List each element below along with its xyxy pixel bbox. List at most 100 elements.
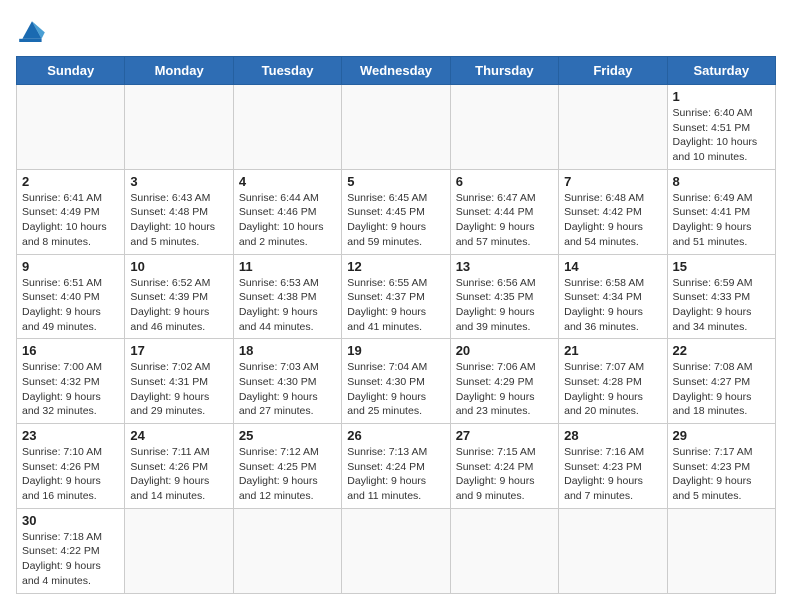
calendar-week-row: 16 Sunrise: 7:00 AMSunset: 4:32 PMDayligh… — [17, 339, 776, 424]
calendar-day-cell — [125, 85, 233, 170]
day-info: Sunrise: 6:44 AMSunset: 4:46 PMDaylight:… — [239, 191, 336, 250]
calendar-day-cell: 15 Sunrise: 6:59 AMSunset: 4:33 PMDayligh… — [667, 254, 775, 339]
day-number: 6 — [456, 174, 553, 189]
day-number: 12 — [347, 259, 444, 274]
calendar-day-cell — [667, 508, 775, 593]
weekday-header-monday: Monday — [125, 57, 233, 85]
calendar-day-cell — [559, 85, 667, 170]
day-number: 29 — [673, 428, 770, 443]
day-info: Sunrise: 6:55 AMSunset: 4:37 PMDaylight:… — [347, 276, 444, 335]
day-number: 18 — [239, 343, 336, 358]
day-number: 27 — [456, 428, 553, 443]
calendar-day-cell — [450, 85, 558, 170]
day-info: Sunrise: 6:45 AMSunset: 4:45 PMDaylight:… — [347, 191, 444, 250]
calendar-day-cell: 7Sunrise: 6:48 AMSunset: 4:42 PMDaylight… — [559, 169, 667, 254]
weekday-header-tuesday: Tuesday — [233, 57, 341, 85]
calendar-day-cell: 6 Sunrise: 6:47 AMSunset: 4:44 PMDaylight… — [450, 169, 558, 254]
day-info: Sunrise: 7:16 AMSunset: 4:23 PMDaylight:… — [564, 445, 661, 504]
day-number: 9 — [22, 259, 119, 274]
calendar-day-cell — [450, 508, 558, 593]
weekday-header-friday: Friday — [559, 57, 667, 85]
calendar-day-cell: 23 Sunrise: 7:10 AMSunset: 4:26 PMDayligh… — [17, 424, 125, 509]
calendar-week-row: 23 Sunrise: 7:10 AMSunset: 4:26 PMDayligh… — [17, 424, 776, 509]
day-number: 14 — [564, 259, 661, 274]
weekday-header-wednesday: Wednesday — [342, 57, 450, 85]
day-info: Sunrise: 7:03 AMSunset: 4:30 PMDaylight:… — [239, 360, 336, 419]
calendar-day-cell: 11 Sunrise: 6:53 AMSunset: 4:38 PMDayligh… — [233, 254, 341, 339]
calendar-day-cell: 5 Sunrise: 6:45 AMSunset: 4:45 PMDaylight… — [342, 169, 450, 254]
day-number: 2 — [22, 174, 119, 189]
calendar-day-cell: 30 Sunrise: 7:18 AMSunset: 4:22 PMDayligh… — [17, 508, 125, 593]
calendar-day-cell: 22Sunrise: 7:08 AMSunset: 4:27 PMDayligh… — [667, 339, 775, 424]
day-info: Sunrise: 7:07 AMSunset: 4:28 PMDaylight:… — [564, 360, 661, 419]
logo — [16, 16, 52, 44]
day-info: Sunrise: 6:56 AMSunset: 4:35 PMDaylight:… — [456, 276, 553, 335]
day-info: Sunrise: 6:53 AMSunset: 4:38 PMDaylight:… — [239, 276, 336, 335]
day-number: 8 — [673, 174, 770, 189]
calendar-week-row: 30 Sunrise: 7:18 AMSunset: 4:22 PMDayligh… — [17, 508, 776, 593]
calendar-day-cell: 1 Sunrise: 6:40 AMSunset: 4:51 PMDaylight… — [667, 85, 775, 170]
logo-icon — [16, 16, 48, 44]
day-info: Sunrise: 7:17 AMSunset: 4:23 PMDaylight:… — [673, 445, 770, 504]
calendar-day-cell: 8 Sunrise: 6:49 AMSunset: 4:41 PMDaylight… — [667, 169, 775, 254]
calendar-day-cell: 27 Sunrise: 7:15 AMSunset: 4:24 PMDayligh… — [450, 424, 558, 509]
calendar-day-cell: 18 Sunrise: 7:03 AMSunset: 4:30 PMDayligh… — [233, 339, 341, 424]
weekday-header-sunday: Sunday — [17, 57, 125, 85]
day-number: 13 — [456, 259, 553, 274]
day-info: Sunrise: 7:18 AMSunset: 4:22 PMDaylight:… — [22, 530, 119, 589]
calendar-day-cell: 10Sunrise: 6:52 AMSunset: 4:39 PMDayligh… — [125, 254, 233, 339]
day-info: Sunrise: 6:48 AMSunset: 4:42 PMDaylight:… — [564, 191, 661, 250]
calendar-day-cell: 20Sunrise: 7:06 AMSunset: 4:29 PMDayligh… — [450, 339, 558, 424]
day-number: 28 — [564, 428, 661, 443]
calendar-day-cell: 12 Sunrise: 6:55 AMSunset: 4:37 PMDayligh… — [342, 254, 450, 339]
weekday-header-saturday: Saturday — [667, 57, 775, 85]
day-info: Sunrise: 6:49 AMSunset: 4:41 PMDaylight:… — [673, 191, 770, 250]
day-number: 16 — [22, 343, 119, 358]
calendar-day-cell: 21Sunrise: 7:07 AMSunset: 4:28 PMDayligh… — [559, 339, 667, 424]
day-number: 26 — [347, 428, 444, 443]
day-info: Sunrise: 6:40 AMSunset: 4:51 PMDaylight:… — [673, 106, 770, 165]
calendar-day-cell: 29 Sunrise: 7:17 AMSunset: 4:23 PMDayligh… — [667, 424, 775, 509]
calendar-day-cell: 2 Sunrise: 6:41 AMSunset: 4:49 PMDaylight… — [17, 169, 125, 254]
day-number: 1 — [673, 89, 770, 104]
calendar-day-cell — [559, 508, 667, 593]
day-number: 23 — [22, 428, 119, 443]
calendar-day-cell: 26 Sunrise: 7:13 AMSunset: 4:24 PMDayligh… — [342, 424, 450, 509]
day-number: 3 — [130, 174, 227, 189]
calendar-day-cell: 19Sunrise: 7:04 AMSunset: 4:30 PMDayligh… — [342, 339, 450, 424]
calendar-day-cell: 17 Sunrise: 7:02 AMSunset: 4:31 PMDayligh… — [125, 339, 233, 424]
day-number: 15 — [673, 259, 770, 274]
day-info: Sunrise: 7:10 AMSunset: 4:26 PMDaylight:… — [22, 445, 119, 504]
day-number: 11 — [239, 259, 336, 274]
day-number: 4 — [239, 174, 336, 189]
day-info: Sunrise: 7:15 AMSunset: 4:24 PMDaylight:… — [456, 445, 553, 504]
calendar-day-cell: 14Sunrise: 6:58 AMSunset: 4:34 PMDayligh… — [559, 254, 667, 339]
day-info: Sunrise: 7:11 AMSunset: 4:26 PMDaylight:… — [130, 445, 227, 504]
calendar-day-cell: 4 Sunrise: 6:44 AMSunset: 4:46 PMDaylight… — [233, 169, 341, 254]
day-info: Sunrise: 7:08 AMSunset: 4:27 PMDaylight:… — [673, 360, 770, 419]
day-number: 17 — [130, 343, 227, 358]
day-info: Sunrise: 7:06 AMSunset: 4:29 PMDaylight:… — [456, 360, 553, 419]
day-number: 25 — [239, 428, 336, 443]
day-info: Sunrise: 6:41 AMSunset: 4:49 PMDaylight:… — [22, 191, 119, 250]
day-number: 30 — [22, 513, 119, 528]
day-info: Sunrise: 7:00 AMSunset: 4:32 PMDaylight:… — [22, 360, 119, 419]
day-info: Sunrise: 7:13 AMSunset: 4:24 PMDaylight:… — [347, 445, 444, 504]
day-number: 19 — [347, 343, 444, 358]
day-info: Sunrise: 6:47 AMSunset: 4:44 PMDaylight:… — [456, 191, 553, 250]
day-info: Sunrise: 6:51 AMSunset: 4:40 PMDaylight:… — [22, 276, 119, 335]
day-number: 24 — [130, 428, 227, 443]
calendar-week-row: 1 Sunrise: 6:40 AMSunset: 4:51 PMDaylight… — [17, 85, 776, 170]
calendar-day-cell: 9 Sunrise: 6:51 AMSunset: 4:40 PMDaylight… — [17, 254, 125, 339]
day-info: Sunrise: 6:43 AMSunset: 4:48 PMDaylight:… — [130, 191, 227, 250]
day-info: Sunrise: 7:02 AMSunset: 4:31 PMDaylight:… — [130, 360, 227, 419]
calendar-day-cell: 24 Sunrise: 7:11 AMSunset: 4:26 PMDayligh… — [125, 424, 233, 509]
calendar-day-cell — [233, 508, 341, 593]
day-number: 5 — [347, 174, 444, 189]
day-info: Sunrise: 6:59 AMSunset: 4:33 PMDaylight:… — [673, 276, 770, 335]
calendar-day-cell: 25Sunrise: 7:12 AMSunset: 4:25 PMDayligh… — [233, 424, 341, 509]
calendar-day-cell: 13 Sunrise: 6:56 AMSunset: 4:35 PMDayligh… — [450, 254, 558, 339]
calendar-week-row: 2 Sunrise: 6:41 AMSunset: 4:49 PMDaylight… — [17, 169, 776, 254]
calendar-day-cell — [342, 85, 450, 170]
weekday-header-thursday: Thursday — [450, 57, 558, 85]
